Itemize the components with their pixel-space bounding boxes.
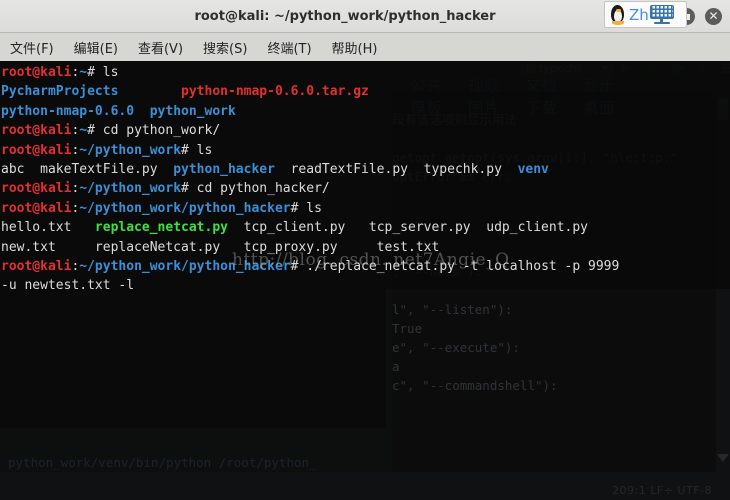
- terminal-line: python-nmap-0.6.0 python_work: [1, 103, 236, 119]
- terminal-line: root@kali:~# cd python_work/: [1, 123, 221, 139]
- menu-help[interactable]: 帮助(H): [329, 36, 381, 59]
- tux-icon: [608, 4, 628, 25]
- terminal-line: root@kali:~/python_work# cd python_hacke…: [1, 181, 330, 197]
- terminal-line: root@kali:~# ls: [1, 65, 119, 80]
- terminal-output[interactable]: root@kali:~# ls PycharmProjects python-nm…: [0, 61, 730, 500]
- terminal-line: abc makeTextFile.py python_hacker readTe…: [1, 162, 549, 178]
- input-method-lang[interactable]: Zh: [629, 6, 649, 24]
- input-method-indicator[interactable]: Zh: [604, 1, 687, 28]
- menu-bar[interactable]: 文件(F) 编辑(E) 查看(V) 搜索(S) 终端(T) 帮助(H): [0, 33, 730, 61]
- close-button[interactable]: ✕: [705, 8, 722, 25]
- terminal-line: root@kali:~/python_work/python_hacker# l…: [1, 200, 322, 216]
- terminal-line: hello.txt replace_netcat.py tcp_client.p…: [1, 220, 589, 236]
- window-title: root@kali: ~/python_work/python_hacker: [194, 8, 496, 24]
- menu-search[interactable]: 搜索(S): [200, 36, 250, 59]
- screen-root: 209:1 LF÷ UTF-8 python_work/venv/bin/pyt…: [0, 0, 730, 500]
- menu-file[interactable]: 文件(F): [7, 36, 57, 59]
- terminal-line: PycharmProjects python-nmap-0.6.0.tar.gz: [1, 84, 369, 100]
- terminal-line: new.txt replaceNetcat.py tcp_proxy.py te…: [1, 239, 440, 255]
- terminal-line: -u newtest.txt -l: [1, 278, 135, 294]
- close-icon: ✕: [708, 9, 719, 23]
- terminal-line: root@kali:~/python_work# ls: [1, 142, 213, 158]
- menu-terminal[interactable]: 终端(T): [264, 36, 314, 59]
- menu-view[interactable]: 查看(V): [135, 36, 186, 59]
- terminal-window: root@kali:~# ls PycharmProjects python-nm…: [0, 0, 730, 500]
- menu-edit[interactable]: 编辑(E): [71, 36, 121, 59]
- terminal-line: root@kali:~/python_work/python_hacker# .…: [1, 259, 620, 275]
- keyboard-icon[interactable]: [649, 5, 674, 24]
